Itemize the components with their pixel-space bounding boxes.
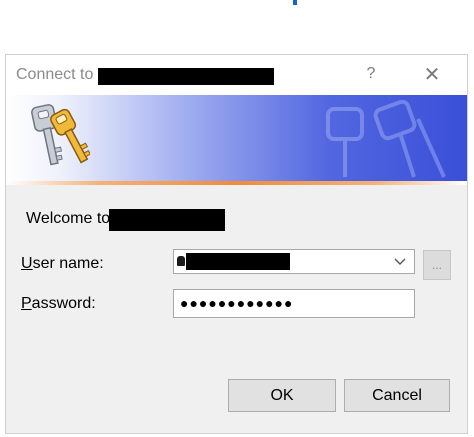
dialog-title: Connect to (16, 66, 94, 83)
keys-watermark-icon (326, 99, 446, 178)
close-button[interactable]: ✕ (420, 63, 444, 87)
password-label-accesskey: P (21, 295, 32, 312)
username-label: User name: (21, 255, 104, 273)
redacted-server-name (98, 68, 274, 85)
ok-button[interactable]: OK (228, 379, 336, 412)
username-combobox[interactable] (173, 249, 415, 274)
password-label: Password: (21, 295, 96, 313)
browse-accounts-button[interactable]: ... (423, 250, 451, 280)
chevron-down-icon[interactable] (392, 252, 408, 272)
password-label-text: assword: (31, 295, 96, 312)
password-input[interactable]: ●●●●●●●●●●●● (173, 289, 415, 318)
redacted-welcome-server (109, 209, 225, 231)
user-avatar-icon (177, 256, 185, 266)
banner-accent-strip (6, 181, 467, 185)
link-fragment (293, 0, 297, 5)
redacted-username (186, 253, 290, 270)
credentials-dialog: Connect to ? ✕ Welcome to User name: ...… (5, 54, 468, 434)
header-banner (6, 95, 467, 181)
cancel-button[interactable]: Cancel (344, 379, 450, 412)
help-button[interactable]: ? (361, 64, 381, 84)
welcome-text: Welcome to (26, 210, 111, 227)
username-label-accesskey: U (21, 255, 33, 272)
title-bar: Connect to ? ✕ (6, 55, 467, 95)
username-label-text: ser name: (32, 255, 104, 272)
keys-icon (31, 104, 90, 166)
